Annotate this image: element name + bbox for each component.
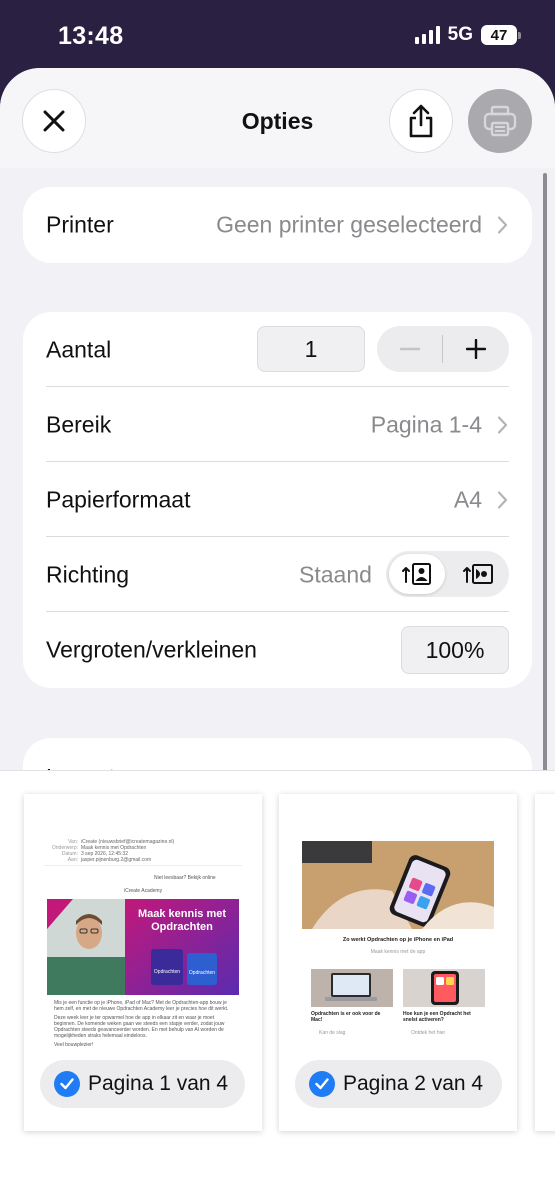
caption-b: Hoe kun je een Opdracht het snelst activ… (403, 1011, 471, 1023)
portrait-option[interactable] (389, 554, 445, 594)
paper-size-value: A4 (453, 486, 482, 512)
hero-box-1: Opdrachten (154, 969, 180, 975)
orientation-label: Richting (46, 561, 130, 587)
printer-row[interactable]: Printer Geen printer geselecteerd (23, 187, 532, 263)
share-icon (409, 104, 433, 138)
orientation-segmented-control (386, 551, 509, 597)
checkmark-icon (309, 1071, 335, 1097)
plus-icon (466, 339, 486, 359)
page-preview-strip[interactable]: Van: iCreate (nieuwsbrief@icreatemagazine… (0, 770, 555, 1200)
article-subtitle: Maak kennis met de app (370, 949, 426, 955)
minus-icon (400, 347, 420, 351)
view-online-text: Niet leesbaar? Bekijk online (154, 875, 216, 881)
orientation-value: Staand (299, 561, 372, 587)
copies-stepper (377, 326, 509, 372)
scale-input[interactable]: 100% (401, 626, 509, 674)
printer-select[interactable]: Printer Geen printer geselecteerd (23, 187, 532, 263)
page-label: Pagina 1 van 4 (88, 1072, 229, 1095)
range-label: Bereik (46, 411, 112, 437)
page-select-badge[interactable]: Pagina 2 van 4 (295, 1060, 502, 1108)
hero-banner: Maak kennis met Opdrachten Opdrachten Op… (47, 899, 239, 995)
status-time: 13:48 (58, 22, 124, 50)
printer-label: Printer (46, 211, 114, 238)
article-title: Zo werkt Opdrachten op je iPhone en iPad (342, 937, 454, 943)
copies-input[interactable]: 1 (257, 326, 365, 372)
caption-a: Opdrachten is er ook voor de Mac! (311, 1011, 381, 1023)
scroll-indicator[interactable] (543, 173, 547, 773)
paper-size-row[interactable]: Papierformaat A4 (23, 462, 532, 537)
hero-box-2: Opdrachten (189, 970, 215, 976)
range-value: Pagina 1-4 (370, 411, 482, 437)
landscape-option[interactable] (450, 554, 506, 594)
chevron-right-icon (497, 415, 508, 434)
landscape-icon (463, 564, 493, 584)
email-header: Van: iCreate (nieuwsbrief@icreatemagazine… (51, 839, 175, 863)
page-select-badge[interactable]: Pagina 1 van 4 (40, 1060, 245, 1108)
copies-label: Aantal (46, 336, 112, 362)
page-thumbnail[interactable] (535, 794, 555, 1131)
chevron-right-icon (497, 490, 508, 509)
share-button[interactable] (389, 89, 453, 153)
printer-value: Geen printer geselecteerd (216, 211, 482, 238)
battery-level: 47 (490, 26, 508, 44)
print-options-sheet: Opties Printer Geen printer geselecteerd… (0, 68, 555, 1200)
print-button[interactable] (468, 89, 532, 153)
phone-widget-image (403, 969, 485, 1007)
email-body: Mis je een functie op je iPhone, iPad of… (54, 1000, 229, 1048)
decrement-button[interactable] (377, 326, 443, 372)
network-type: 5G (447, 24, 473, 45)
link-a: Kan de slag (319, 1030, 346, 1036)
chevron-right-icon (497, 216, 508, 234)
portrait-icon (402, 563, 431, 585)
divider (44, 865, 242, 866)
status-indicators: 5G 47 (414, 24, 521, 46)
orientation-row: Richting Staand (23, 537, 532, 612)
hero-text-2: Opdrachten (151, 921, 213, 933)
printer-icon (483, 105, 517, 137)
link-b: Ontdek het hier (411, 1030, 446, 1036)
hands-holding-phone-image (302, 841, 494, 929)
checkmark-icon (54, 1071, 80, 1097)
nav-bar: Opties (0, 68, 555, 168)
mac-image (311, 969, 393, 1007)
scale-row: Vergroten/verkleinen 100% (23, 612, 532, 687)
signal-icon (414, 26, 440, 44)
academy-text: iCreate Academy (124, 888, 163, 894)
status-bar: 13:48 5G 47 (0, 0, 555, 68)
page-label: Pagina 2 van 4 (343, 1072, 484, 1095)
paper-size-label: Papierformaat (46, 486, 191, 512)
battery-icon: 47 (481, 25, 521, 45)
hero-text-1: Maak kennis met (138, 908, 226, 920)
print-options-group: Aantal 1 Bereik Pagina 1-4 Papierformaat… (23, 312, 532, 688)
copies-row: Aantal 1 (23, 312, 532, 387)
increment-button[interactable] (443, 326, 509, 372)
scale-label: Vergroten/verkleinen (46, 636, 257, 662)
range-row[interactable]: Bereik Pagina 1-4 (23, 387, 532, 462)
